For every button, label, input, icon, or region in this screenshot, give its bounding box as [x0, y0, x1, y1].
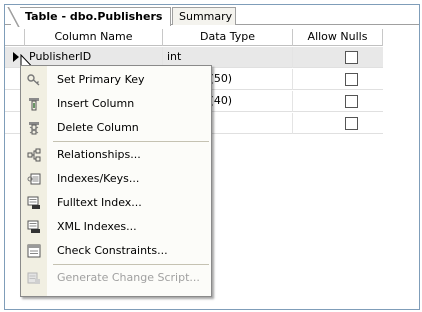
relationships-icon: [27, 148, 41, 162]
fulltext-index-icon: [27, 196, 40, 209]
menu-item-label: Relationships...: [57, 148, 141, 161]
menu-item-label: Delete Column: [57, 121, 139, 134]
menu-separator: [53, 264, 209, 265]
allow-nulls-checkbox[interactable]: [345, 73, 358, 86]
menu-separator: [53, 141, 209, 142]
generate-script-icon: [27, 272, 40, 284]
primary-key-icon: [27, 74, 40, 86]
indexes-keys-icon: [27, 173, 41, 185]
delete-column-icon: [29, 122, 39, 135]
menu-item-label: Indexes/Keys...: [57, 172, 140, 185]
tab-table-publishers[interactable]: Table - dbo.Publishers: [6, 7, 171, 27]
menu-item-label: Generate Change Script...: [57, 271, 200, 284]
data-type-header[interactable]: Data Type: [163, 29, 293, 46]
grid-header: Column Name Data Type Allow Nulls: [5, 29, 383, 46]
menu-item-relationships[interactable]: Relationships...: [21, 143, 211, 167]
menu-item-set-primary-key[interactable]: Set Primary Key: [21, 68, 211, 92]
current-row-arrow-icon: [13, 52, 19, 62]
menu-item-label: Insert Column: [57, 97, 135, 110]
menu-item-label: Fulltext Index...: [57, 196, 142, 209]
menu-item-check-constraints[interactable]: Check Constraints...: [21, 239, 211, 263]
allow-nulls-checkbox[interactable]: [345, 95, 358, 108]
data-type-cell[interactable]: r(40): [201, 91, 293, 112]
column-name-header[interactable]: Column Name: [25, 29, 163, 46]
allow-nulls-header[interactable]: Allow Nulls: [293, 29, 383, 46]
menu-item-insert-column[interactable]: Insert Column: [21, 92, 211, 116]
menu-item-indexes-keys[interactable]: Indexes/Keys...: [21, 167, 211, 191]
menu-item-xml-indexes[interactable]: XML Indexes...: [21, 215, 211, 239]
data-type-cell[interactable]: [201, 113, 293, 134]
data-type-cell[interactable]: r(50): [201, 69, 293, 90]
insert-column-icon: [29, 98, 39, 111]
tab-summary[interactable]: Summary: [172, 7, 236, 25]
tab-strip: Table - dbo.Publishers Summary: [5, 5, 419, 27]
menu-item-label: XML Indexes...: [57, 220, 137, 233]
xml-indexes-icon: [27, 220, 40, 233]
menu-item-label: Check Constraints...: [57, 244, 168, 257]
row-selector-header: [5, 29, 25, 46]
menu-item-fulltext-index[interactable]: Fulltext Index...: [21, 191, 211, 215]
menu-item-delete-column[interactable]: Delete Column: [21, 116, 211, 140]
menu-item-label: Set Primary Key: [57, 73, 145, 86]
context-menu: Set Primary Key Insert Column Delete Col…: [20, 65, 212, 297]
check-constraints-icon: [27, 244, 41, 258]
menu-item-generate-change-script: Generate Change Script...: [21, 266, 211, 290]
allow-nulls-checkbox[interactable]: [345, 51, 358, 64]
allow-nulls-checkbox[interactable]: [345, 117, 358, 130]
